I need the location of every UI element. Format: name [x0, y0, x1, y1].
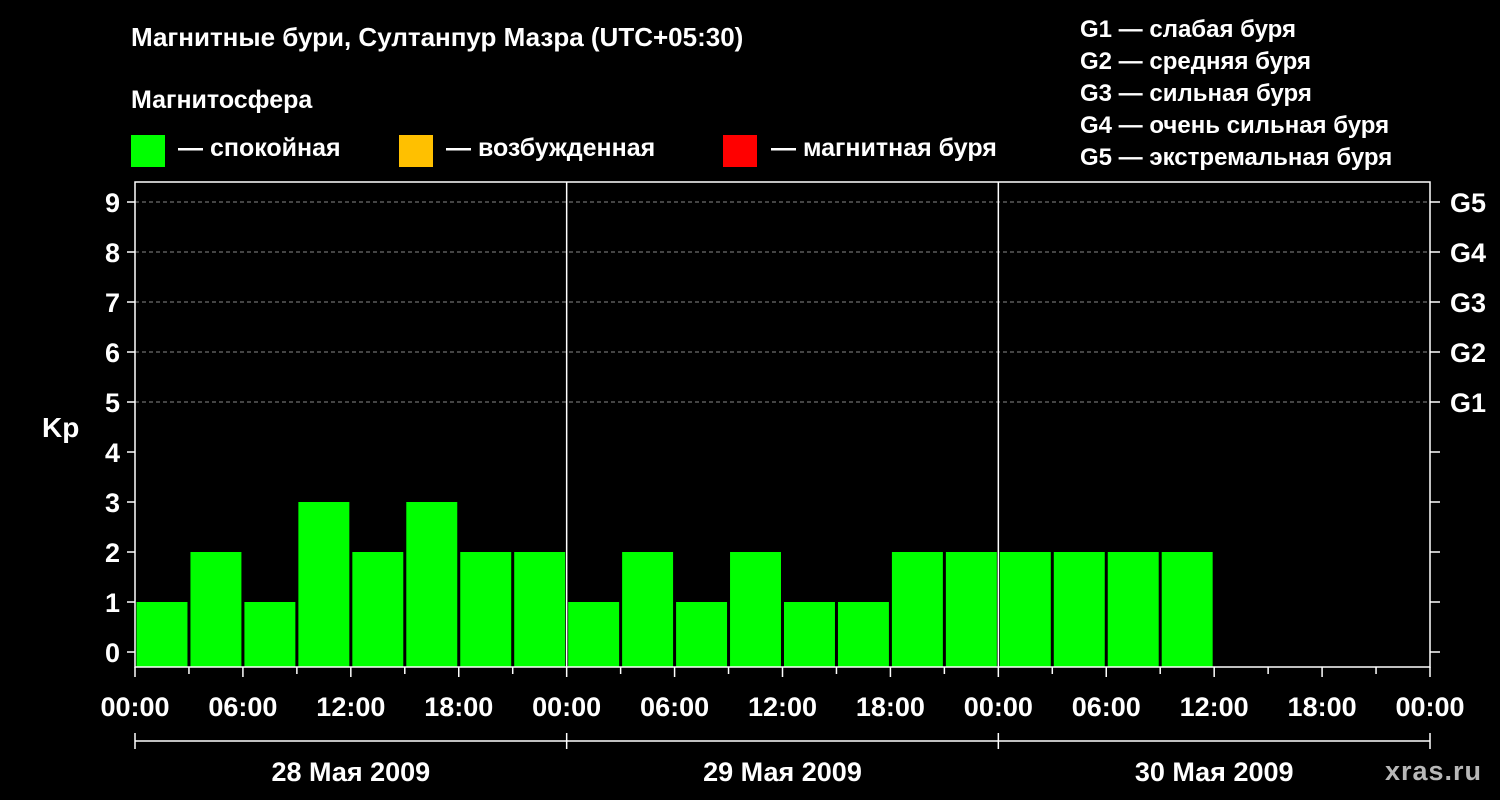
- g-level-label: G5: [1450, 188, 1486, 218]
- y-tick-label: 1: [105, 588, 120, 618]
- kp-bar: [244, 602, 296, 667]
- kp-bar: [999, 552, 1051, 667]
- g-level-label: G2: [1450, 338, 1486, 368]
- g-level-label: G4: [1450, 238, 1486, 268]
- x-tick-label: 18:00: [856, 692, 925, 722]
- y-tick-label: 8: [105, 238, 120, 268]
- watermark: xras.ru: [1384, 756, 1482, 786]
- y-tick-label: 9: [105, 188, 120, 218]
- kp-bar: [891, 552, 943, 667]
- kp-bar: [1107, 552, 1159, 667]
- day-label: 28 Мая 2009: [271, 757, 430, 787]
- kp-bar: [514, 552, 566, 667]
- kp-bar: [190, 552, 242, 667]
- x-tick-label: 00:00: [1395, 692, 1464, 722]
- day-label: 30 Мая 2009: [1135, 757, 1294, 787]
- y-tick-label: 3: [105, 488, 120, 518]
- kp-bar: [730, 552, 781, 667]
- kp-bar: [676, 602, 728, 667]
- x-tick-label: 00:00: [532, 692, 601, 722]
- kp-bar: [460, 552, 512, 667]
- kp-bar: [298, 502, 350, 667]
- kp-bar: [945, 552, 997, 667]
- g-level-label: G3: [1450, 288, 1486, 318]
- y-tick-label: 0: [105, 638, 120, 668]
- kp-bar: [837, 602, 889, 667]
- x-tick-label: 06:00: [1072, 692, 1141, 722]
- kp-bar: [622, 552, 674, 667]
- kp-bar: [1161, 552, 1213, 667]
- kp-bar: [784, 602, 835, 667]
- y-tick-label: 5: [105, 388, 120, 418]
- x-tick-label: 00:00: [100, 692, 169, 722]
- y-tick-label: 2: [105, 538, 120, 568]
- x-tick-label: 06:00: [640, 692, 709, 722]
- x-tick-label: 06:00: [208, 692, 277, 722]
- y-tick-label: 7: [105, 288, 120, 318]
- kp-bar: [406, 502, 458, 667]
- kp-chart: 0 1 2 3 4 5 6 7 8 9 G1 G2 G3 G4 G5 00:00 06:00 12:00 18:00…: [100, 181, 1486, 787]
- x-tick-label: 12:00: [316, 692, 385, 722]
- x-tick-label: 12:00: [748, 692, 817, 722]
- x-tick-label: 18:00: [1288, 692, 1357, 722]
- x-tick-label: 12:00: [1180, 692, 1249, 722]
- x-tick-label: 18:00: [424, 692, 493, 722]
- y-tick-label: 4: [105, 438, 120, 468]
- g-level-label: G1: [1450, 388, 1486, 418]
- kp-bar: [568, 602, 620, 667]
- day-label: 29 Мая 2009: [703, 757, 862, 787]
- kp-bar: [352, 552, 404, 667]
- kp-bar: [1053, 552, 1105, 667]
- y-tick-label: 6: [105, 338, 120, 368]
- x-tick-label: 00:00: [964, 692, 1033, 722]
- kp-bar: [136, 602, 188, 667]
